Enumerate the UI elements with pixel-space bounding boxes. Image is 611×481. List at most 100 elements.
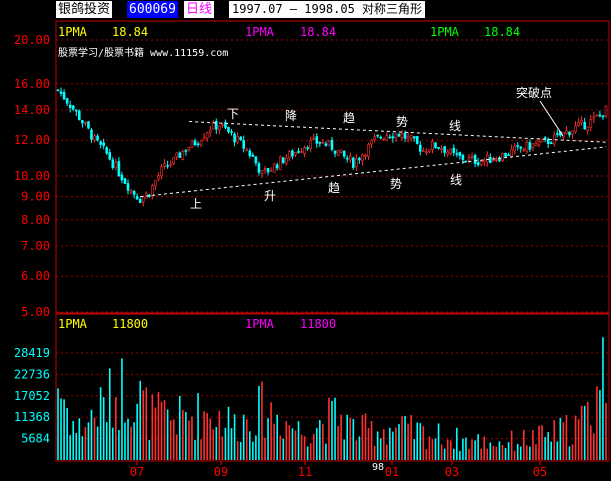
candle-body [181,151,185,160]
candle-body [492,159,495,162]
volume-bar [547,432,549,460]
price-panel-frame [55,20,610,314]
candle-body [187,147,191,151]
candle-body [361,154,364,162]
candle-body [126,183,130,191]
candle-body [555,133,559,135]
candle-body [333,150,337,154]
volume-bar [245,419,248,460]
volume-bar [282,438,285,460]
candle-body [485,155,489,163]
candle-body [87,121,90,129]
volume-bar [66,407,68,460]
volume-bar [434,438,437,460]
candle-body [348,156,352,161]
volume-bar [529,446,531,460]
candle-body [315,136,319,144]
candle-body [218,125,221,131]
candle-body [184,150,188,152]
volume-bar [346,414,349,460]
chart-canvas: 20.00 16.00 14.00 12.00 10.00 9.00 8.00 7.00 6.0… [14,20,610,479]
volume-bar [255,435,257,460]
volume-bar [498,441,501,460]
breakout-label: 突破点 [516,85,552,100]
candle-body [96,135,99,141]
candle-body [56,89,60,92]
volume-bar [133,422,135,460]
volume-bar [510,430,513,460]
candle-body [352,157,355,168]
candle-body [406,136,410,140]
volume-bar [462,438,464,460]
time-tick-label: 09 [214,465,228,479]
volume-bar [136,403,138,460]
candle-body [221,123,224,126]
volume-bar [294,430,297,460]
volume-bar [474,440,476,460]
volume-bar [57,388,59,460]
volume-bar [297,421,300,460]
volume-bar [236,441,239,460]
volume-bar [309,443,312,460]
volume-bar [523,429,525,460]
volume-bar [395,427,397,460]
volume-tick-label: 28419 [14,346,50,360]
volume-bar [87,422,90,460]
candle-body [208,129,212,133]
candle-body [382,138,386,140]
price-ma-label-1: 1PMA [58,25,88,39]
volume-bar [532,429,534,460]
price-ma-value-3: 18.84 [484,25,520,39]
volume-bar [425,449,428,460]
volume-bar [422,426,425,460]
volume-bar [361,415,364,460]
candle-body [604,105,608,117]
volume-bar [328,397,330,460]
candle-body [178,152,182,158]
volume-bar [75,433,78,460]
volume-bar [127,418,129,460]
volume-bar [343,439,345,460]
candle-body [248,150,252,156]
chart-title: 1997.07 — 1998.05 对称三角形 [229,1,426,18]
candle-body [172,156,175,164]
candle-body [355,158,358,167]
volume-bar [175,434,178,460]
volume-bar [160,401,163,460]
candle-body [327,140,331,146]
volume-bar [337,426,339,460]
candle-body [440,147,443,150]
volume-bar [194,440,196,460]
volume-bar [355,440,358,460]
volume-bar [197,393,199,460]
volume-bar [151,394,154,460]
candle-body [455,153,459,155]
volume-bar [252,441,254,460]
volume-bar [279,435,282,460]
volume-bar [121,358,123,460]
candle-body [577,122,580,127]
candle-body [227,127,230,132]
volume-bar [331,400,333,460]
candle-body [467,157,471,161]
volume-ma-label-1: 1PMA [58,317,88,331]
watermark: 股票学习/股票书籍 www.11159.com [58,46,228,59]
volume-bar [495,446,498,460]
price-tick-label: 5.00 [21,305,50,319]
volume-bar [191,416,193,460]
candle-body [449,148,453,154]
volume-bar [349,417,352,460]
candle-body [452,147,456,153]
period-selector[interactable]: 日线 [184,1,215,18]
candle-body [251,154,255,157]
candle-body [81,120,84,124]
volume-bar [367,428,370,460]
candle-body [157,175,160,180]
candle-body [409,135,413,139]
candle-body [193,140,197,146]
candle-body [263,168,267,171]
time-tick-label: 05 [533,465,547,479]
volume-bar [203,411,205,460]
volume-bar [78,418,81,460]
candle-body [288,151,291,158]
